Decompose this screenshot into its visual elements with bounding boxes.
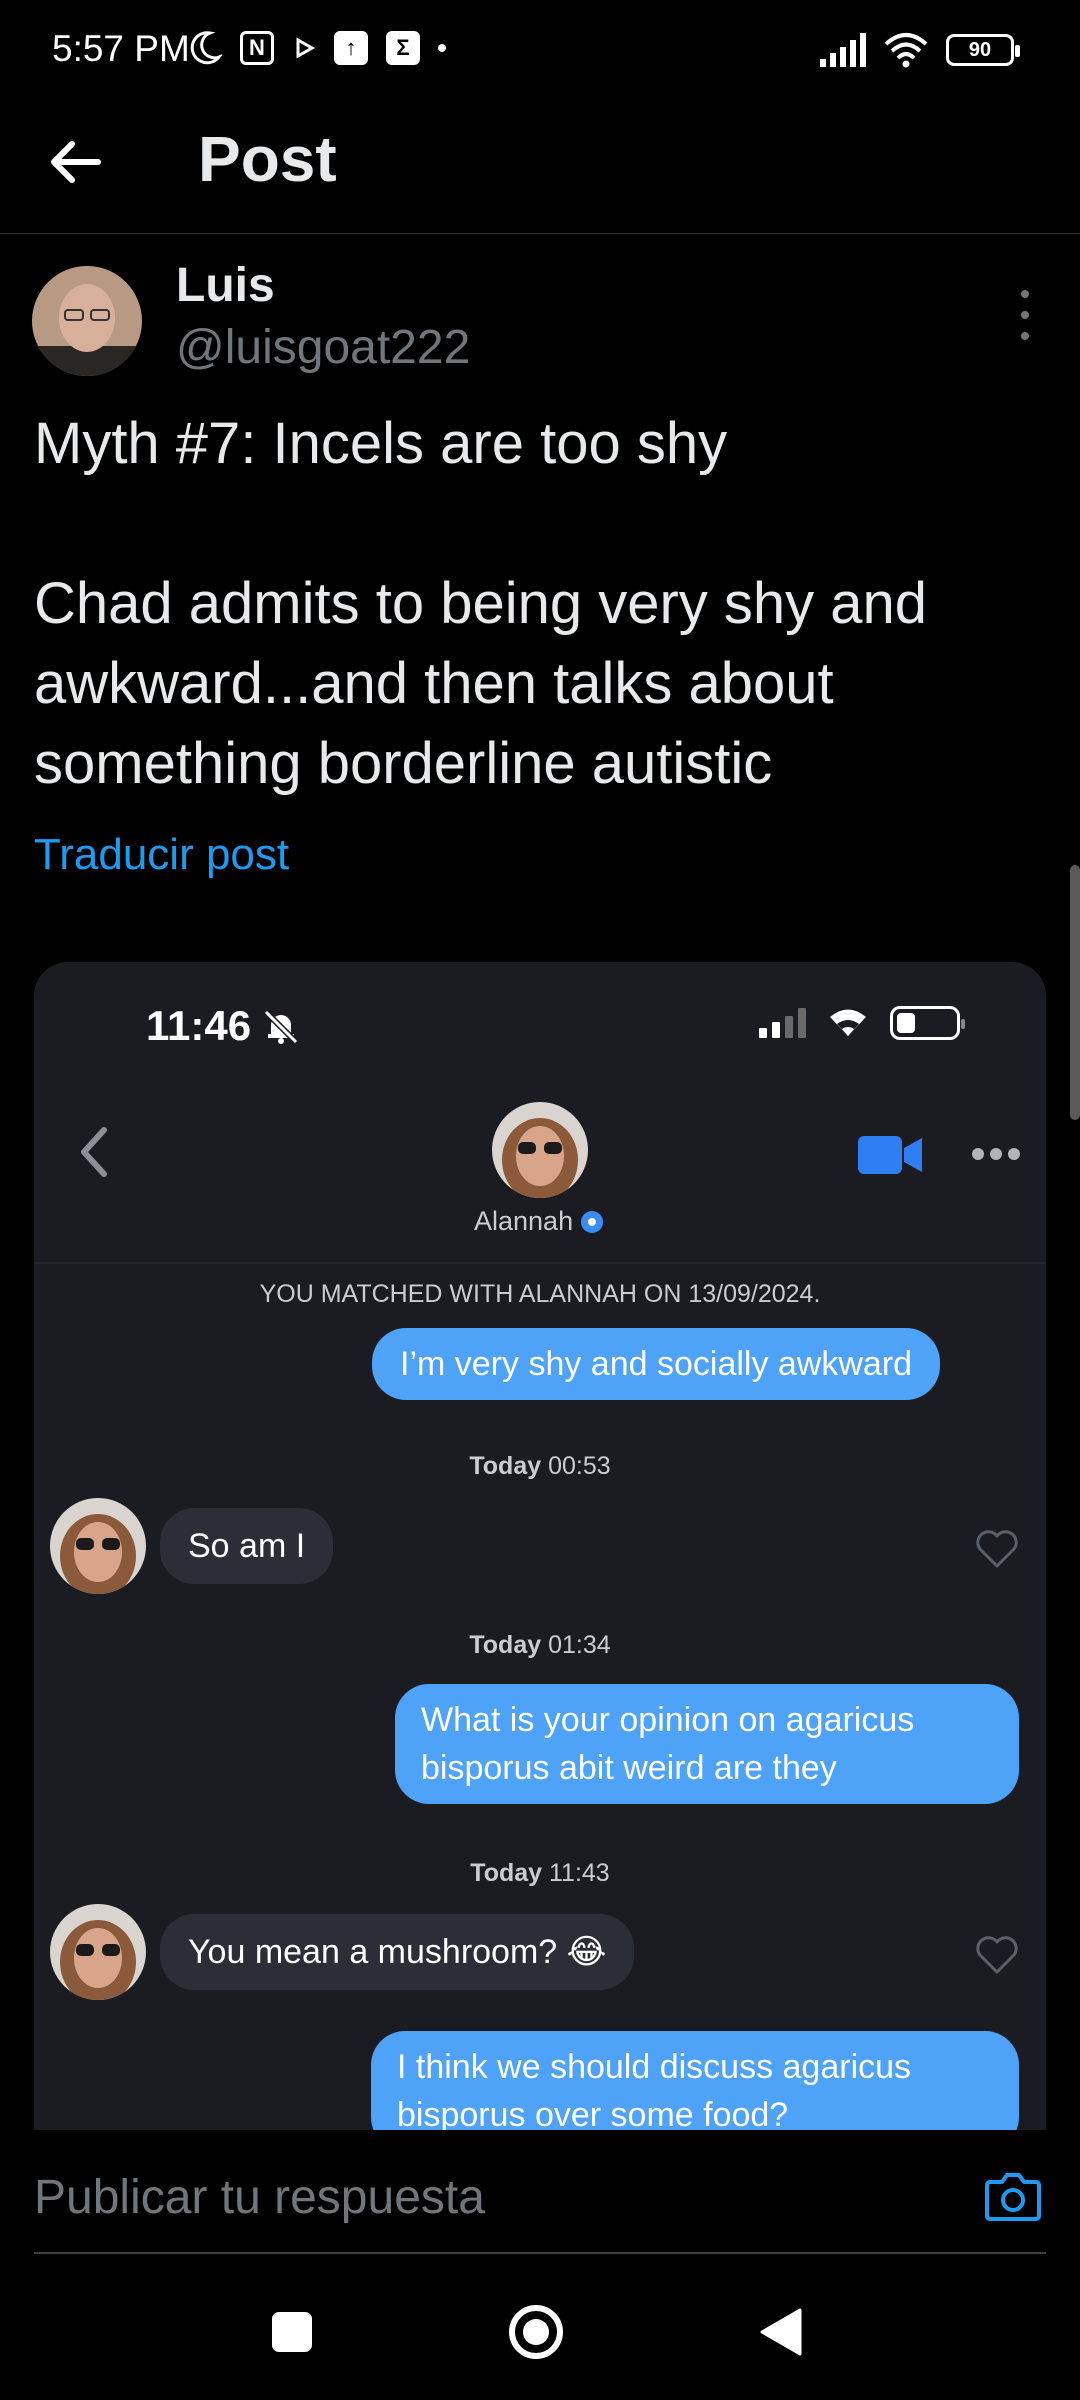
play-icon	[296, 37, 316, 59]
timestamp-day: Today	[469, 1631, 542, 1659]
match-notice: YOU MATCHED WITH ALANNAH ON 13/09/2024.	[259, 1280, 821, 1308]
message-in: So am I	[160, 1508, 334, 1584]
timestamp-day: Today	[469, 1452, 542, 1480]
message-out: What is your opinion on agaricus bisporu…	[395, 1684, 1019, 1804]
message-avatar	[50, 1904, 146, 2000]
upload-icon: ↑	[334, 31, 368, 65]
contact-name: Alannah	[474, 1206, 604, 1237]
message-avatar	[50, 1498, 146, 1594]
video-call-icon	[858, 1136, 922, 1174]
page-title: Post	[198, 123, 337, 195]
recents-button[interactable]	[272, 2312, 312, 2352]
embedded-battery-icon	[890, 1006, 965, 1040]
dot-icon	[438, 44, 446, 52]
post-text: Myth #7: Incels are too shy Chad admits …	[34, 411, 928, 796]
status-system-icons: 90	[820, 32, 1020, 68]
home-button[interactable]	[508, 2304, 564, 2360]
embedded-wifi-icon	[830, 1009, 866, 1036]
embedded-status-icons	[759, 1006, 965, 1040]
nav-back-button[interactable]	[758, 2306, 804, 2358]
reply-underline	[34, 2252, 1046, 2254]
contact-name-label: Alannah	[474, 1206, 574, 1236]
more-options-icon[interactable]	[1012, 290, 1038, 340]
heart-icon	[976, 1530, 1018, 1568]
moon-icon	[190, 31, 222, 65]
heart-icon	[976, 1936, 1018, 1974]
translate-post-link[interactable]: Traducir post	[34, 830, 289, 880]
verified-icon	[581, 1210, 604, 1233]
status-time: 5:57 PM	[52, 28, 190, 69]
post-media-image[interactable]: 11:46 Alannah YOU MATCHED WITH ALANNAH O…	[34, 962, 1046, 2130]
author-handle[interactable]: @luisgoat222	[176, 320, 470, 375]
chevron-left-icon	[81, 1127, 107, 1177]
author-avatar[interactable]	[32, 266, 142, 376]
status-bar: 5:57 PM N ↑ Σ 90	[0, 0, 1080, 104]
reply-input[interactable]: Publicar tu respuesta	[34, 2170, 485, 2225]
top-app-bar: Post	[0, 104, 1080, 234]
timestamp-time: 00:53	[548, 1452, 611, 1480]
timestamp-day: Today	[470, 1859, 543, 1887]
message-out: I’m very shy and socially awkward	[372, 1328, 941, 1400]
status-notification-icons: N ↑ Σ	[188, 30, 446, 66]
system-nav-bar	[0, 2262, 1080, 2400]
more-dots-icon	[972, 1148, 1020, 1160]
author-name[interactable]: Luis	[176, 258, 275, 313]
timestamp-time: 11:43	[549, 1859, 610, 1887]
embedded-status-time: 11:46	[146, 1002, 252, 1049]
sigma-icon: Σ	[386, 31, 420, 65]
contact-avatar	[492, 1102, 588, 1198]
battery-icon: 90	[946, 34, 1020, 66]
timestamp-time: 01:34	[548, 1631, 611, 1659]
scrollbar[interactable]	[1070, 865, 1080, 1120]
nfc-icon: N	[240, 31, 274, 65]
wifi-icon	[884, 33, 928, 68]
back-arrow-icon[interactable]	[44, 130, 108, 194]
message-timestamp: Today 11:43	[34, 1859, 1046, 1888]
signal-icon	[820, 33, 866, 67]
muted-bell-icon	[263, 1009, 299, 1045]
message-timestamp: Today 00:53	[34, 1452, 1046, 1481]
camera-icon[interactable]	[984, 2170, 1042, 2222]
message-timestamp: Today 01:34	[34, 1631, 1046, 1660]
card-divider	[34, 1262, 1046, 1264]
message-in: You mean a mushroom? 😂	[160, 1914, 635, 1990]
message-out: I think we should discuss agaricus bispo…	[371, 2031, 1019, 2130]
reply-bar: Publicar tu respuesta	[0, 2130, 1080, 2260]
embedded-signal-icon	[759, 1008, 806, 1038]
